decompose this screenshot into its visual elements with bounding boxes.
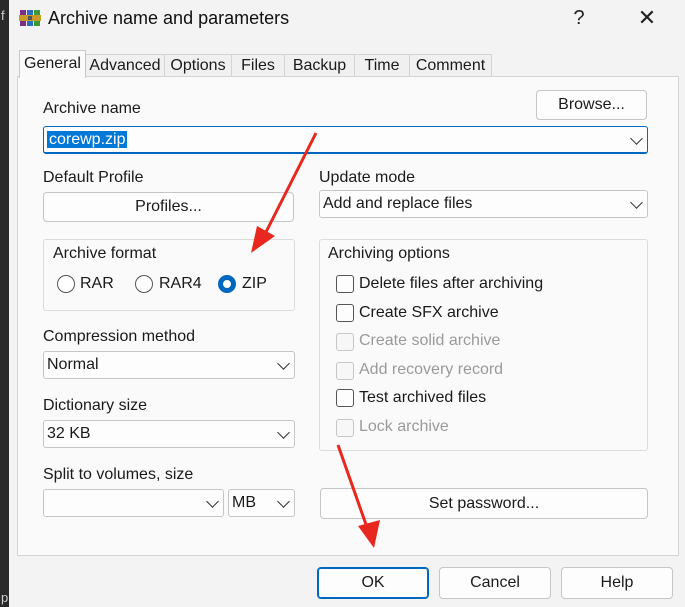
checkbox-recovery-record <box>336 362 354 380</box>
split-volumes-label: Split to volumes, size <box>43 466 194 483</box>
checkbox-create-solid-label: Create solid archive <box>359 332 501 349</box>
browse-button[interactable]: Browse... <box>536 90 647 120</box>
radio-zip-label[interactable]: ZIP <box>242 275 267 293</box>
edge-char: f <box>1 8 5 23</box>
set-password-button[interactable]: Set password... <box>320 488 648 519</box>
checkbox-delete-files[interactable] <box>336 275 354 293</box>
radio-rar4-label[interactable]: RAR4 <box>159 275 202 293</box>
checkbox-create-sfx-label[interactable]: Create SFX archive <box>359 304 499 322</box>
dictionary-size-select[interactable]: 32 KB <box>43 420 295 448</box>
checkbox-lock-archive <box>336 419 354 437</box>
tab-comment[interactable]: Comment <box>409 54 492 77</box>
help-question-button[interactable]: ? <box>559 4 599 32</box>
checkbox-create-sfx[interactable] <box>336 304 354 322</box>
chevron-down-icon[interactable] <box>630 196 643 209</box>
help-button[interactable]: Help <box>561 567 673 599</box>
tab-options[interactable]: Options <box>164 54 232 77</box>
ok-button[interactable]: OK <box>317 567 429 599</box>
update-mode-select[interactable]: Add and replace files <box>319 190 648 218</box>
radio-rar[interactable] <box>57 275 75 293</box>
tab-time[interactable]: Time <box>354 54 410 77</box>
split-volumes-unit-value: MB <box>232 494 256 511</box>
edge-char: p <box>1 590 9 605</box>
chevron-down-icon[interactable] <box>630 131 643 145</box>
tab-backup[interactable]: Backup <box>284 54 355 77</box>
tab-general[interactable]: General <box>19 50 86 78</box>
dictionary-size-value: 32 KB <box>47 425 91 442</box>
compression-method-value: Normal <box>47 356 99 373</box>
tab-files[interactable]: Files <box>231 54 285 77</box>
dialog-window: Archive name and parameters ? ✕ General … <box>9 0 685 607</box>
radio-zip[interactable] <box>218 275 236 293</box>
archiving-options-label: Archiving options <box>328 245 450 262</box>
dictionary-size-label: Dictionary size <box>43 397 148 414</box>
default-profile-label: Default Profile <box>43 169 144 186</box>
split-volumes-unit-select[interactable]: MB <box>228 489 295 517</box>
winrar-app-icon <box>19 10 41 26</box>
archive-name-value: corewp.zip <box>47 131 128 148</box>
compression-method-select[interactable]: Normal <box>43 351 295 379</box>
checkbox-lock-archive-label: Lock archive <box>359 418 449 435</box>
title-bar: Archive name and parameters ? ✕ <box>9 0 685 36</box>
compression-method-label: Compression method <box>43 328 196 345</box>
window-title: Archive name and parameters <box>48 8 290 28</box>
radio-rar-label[interactable]: RAR <box>80 275 114 293</box>
chevron-down-icon[interactable] <box>277 426 290 439</box>
chevron-down-icon[interactable] <box>277 495 290 508</box>
checkbox-test-archived[interactable] <box>336 389 354 407</box>
update-mode-value: Add and replace files <box>323 195 473 212</box>
chevron-down-icon[interactable] <box>206 495 219 508</box>
close-button[interactable]: ✕ <box>627 4 667 32</box>
update-mode-label: Update mode <box>319 169 416 186</box>
checkbox-create-solid <box>336 333 354 351</box>
archive-name-label: Archive name <box>43 100 141 117</box>
radio-rar4[interactable] <box>135 275 153 293</box>
checkbox-test-archived-label[interactable]: Test archived files <box>359 389 486 407</box>
background-window-edge: f p <box>0 0 9 607</box>
checkbox-recovery-record-label: Add recovery record <box>359 361 504 378</box>
checkbox-delete-files-label[interactable]: Delete files after archiving <box>359 275 543 293</box>
archive-format-label: Archive format <box>53 245 157 262</box>
chevron-down-icon[interactable] <box>277 357 290 370</box>
tab-advanced[interactable]: Advanced <box>85 54 165 77</box>
archive-name-input[interactable]: corewp.zip <box>43 126 648 154</box>
profiles-button[interactable]: Profiles... <box>43 192 294 222</box>
split-volumes-size-input[interactable] <box>43 489 224 517</box>
cancel-button[interactable]: Cancel <box>439 567 551 599</box>
